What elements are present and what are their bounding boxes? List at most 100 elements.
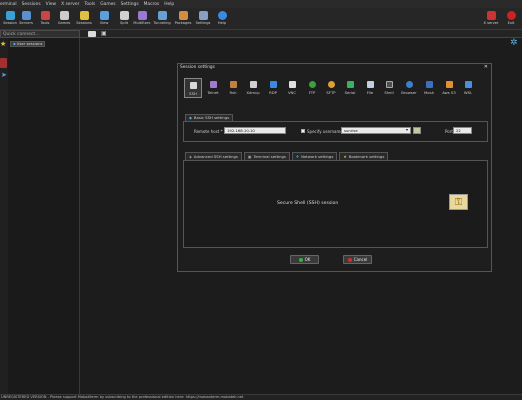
send-sidebar-icon[interactable]: ➤ xyxy=(1,72,7,79)
exit-icon xyxy=(506,11,516,20)
protocol-ssh[interactable]: SSH xyxy=(184,78,202,98)
xdmcp-icon xyxy=(249,81,257,88)
serial-icon xyxy=(346,81,354,88)
toolbar-servers-button[interactable]: Servers xyxy=(16,10,36,29)
main-toolbar: Session Servers Tools Games Sessions Vie… xyxy=(0,8,522,30)
protocol-browser[interactable]: Browser xyxy=(400,78,418,98)
star-icon[interactable]: ★ xyxy=(0,41,6,48)
protocol-mosh[interactable]: Mosh xyxy=(420,78,438,98)
quick-connect-input[interactable]: Quick connect... xyxy=(0,30,80,38)
tools-sidebar-icon[interactable] xyxy=(0,58,7,68)
menu-view[interactable]: View xyxy=(46,2,56,7)
xserver-icon xyxy=(486,11,496,20)
servers-icon xyxy=(21,11,31,20)
close-icon[interactable]: ✕ xyxy=(484,64,488,70)
tab-terminal-settings[interactable]: ▣ Terminal settings xyxy=(243,152,290,160)
protocol-telnet[interactable]: Telnet xyxy=(204,78,222,98)
port-label: Port xyxy=(445,129,453,134)
menu-settings[interactable]: Settings xyxy=(121,2,139,7)
menu-terminal[interactable]: erminal xyxy=(0,2,17,7)
home-tab-icon[interactable] xyxy=(88,31,96,37)
tools-icon xyxy=(40,11,50,20)
toolbar-exit-button[interactable]: Exit xyxy=(501,10,521,29)
specify-username-checkbox[interactable] xyxy=(301,129,305,133)
menu-tools[interactable]: Tools xyxy=(84,2,95,7)
left-side-strip xyxy=(0,38,8,394)
sessions-icon xyxy=(79,11,89,20)
ssh-icon xyxy=(189,82,197,89)
dialog-title: Session settings xyxy=(180,65,215,70)
toolbar-sessions-button[interactable]: Sessions xyxy=(74,10,94,29)
tab-network-settings[interactable]: ✣ Network settings xyxy=(291,152,338,160)
bookmark-star-icon: ★ xyxy=(343,154,347,159)
menu-help[interactable]: Help xyxy=(164,2,174,7)
specify-username-label: Specify username xyxy=(307,129,343,134)
aws-s3-icon xyxy=(445,81,453,88)
mosh-icon xyxy=(425,81,433,88)
menu-xserver[interactable]: X server xyxy=(61,2,79,7)
menu-bar: erminal Sessions View X server Tools Gam… xyxy=(0,0,522,8)
key-icon: ⚿ xyxy=(449,194,468,210)
menu-games[interactable]: Games xyxy=(100,2,115,7)
packages-icon xyxy=(178,11,188,20)
protocol-shell[interactable]: Shell xyxy=(380,78,398,98)
tunneling-icon xyxy=(157,11,167,20)
toolbar-help-button[interactable]: Help xyxy=(212,10,232,29)
port-input[interactable]: 22 xyxy=(453,127,472,134)
protocol-ftp[interactable]: FTP xyxy=(303,78,321,98)
gear-icon[interactable]: ✲ xyxy=(510,39,519,48)
telnet-icon xyxy=(209,81,217,88)
sessions-panel xyxy=(8,38,80,394)
protocol-serial[interactable]: Serial xyxy=(341,78,359,98)
remote-host-input[interactable]: 192.168.10.10 xyxy=(224,127,286,134)
terminal-icon: ▣ xyxy=(247,154,252,159)
cancel-button[interactable]: Cancel xyxy=(343,255,372,264)
settings-icon xyxy=(198,11,208,20)
protocol-file[interactable]: File xyxy=(361,78,379,98)
terminal-tab-bar xyxy=(80,30,522,38)
user-sessions-item[interactable]: ▪ User sessions xyxy=(10,41,46,47)
toolbar-tools-button[interactable]: Tools xyxy=(35,10,55,29)
toolbar-split-button[interactable]: Split xyxy=(114,10,134,29)
toolbar-view-button[interactable]: View xyxy=(94,10,114,29)
username-input[interactable]: sunrise xyxy=(341,127,411,134)
shell-icon xyxy=(385,81,393,88)
cancel-icon xyxy=(347,257,352,262)
tab-bookmark-settings[interactable]: ★ Bookmark settings xyxy=(339,152,389,160)
settings-subtabs: ◈ Advanced SSH settings ▣ Terminal setting… xyxy=(185,152,389,160)
advanced-icon: ◈ xyxy=(189,154,192,159)
ok-button[interactable]: OK xyxy=(290,255,319,264)
toolbar-tunneling-button[interactable]: Tunneling xyxy=(152,10,172,29)
rdp-icon xyxy=(269,81,277,88)
toolbar-xserver-button[interactable]: X server xyxy=(481,10,501,29)
split-icon xyxy=(119,11,129,20)
sftp-icon xyxy=(327,81,335,88)
toolbar-packages-button[interactable]: Packages xyxy=(173,10,193,29)
toolbar-multiexec-button[interactable]: MultiExec xyxy=(132,10,152,29)
user-manager-icon[interactable] xyxy=(413,127,421,134)
new-tab-icon[interactable]: ▣ xyxy=(101,31,107,37)
status-bar: UNREGISTERED VERSION - Please support Mo… xyxy=(0,394,522,400)
vnc-icon xyxy=(288,81,296,88)
toolbar-games-button[interactable]: Games xyxy=(54,10,74,29)
help-icon xyxy=(217,11,227,20)
remote-host-label: Remote host * xyxy=(194,129,223,134)
menu-macros[interactable]: Macros xyxy=(144,2,160,7)
tab-advanced-ssh-settings[interactable]: ◈ Advanced SSH settings xyxy=(185,152,242,160)
chevron-down-icon[interactable]: ▾ xyxy=(406,127,408,132)
protocol-aws-s3[interactable]: Aws S3 xyxy=(440,78,458,98)
protocol-sftp[interactable]: SFTP xyxy=(322,78,340,98)
protocol-rdp[interactable]: RDP xyxy=(264,78,282,98)
protocol-xdmcp[interactable]: Xdmcp xyxy=(244,78,262,98)
session-icon xyxy=(5,11,15,20)
protocol-rsh[interactable]: Rsh xyxy=(224,78,242,98)
tab-basic-ssh-settings[interactable]: ◆ Basic SSH settings xyxy=(185,114,234,121)
ok-icon xyxy=(298,257,303,262)
ftp-icon xyxy=(308,81,316,88)
toolbar-settings-button[interactable]: Settings xyxy=(193,10,213,29)
protocol-wsl[interactable]: WSL xyxy=(459,78,477,98)
basic-ssh-settings-panel: Remote host * 192.168.10.10 Specify user… xyxy=(183,121,488,142)
games-icon xyxy=(59,11,69,20)
protocol-vnc[interactable]: VNC xyxy=(283,78,301,98)
menu-sessions[interactable]: Sessions xyxy=(22,2,41,7)
